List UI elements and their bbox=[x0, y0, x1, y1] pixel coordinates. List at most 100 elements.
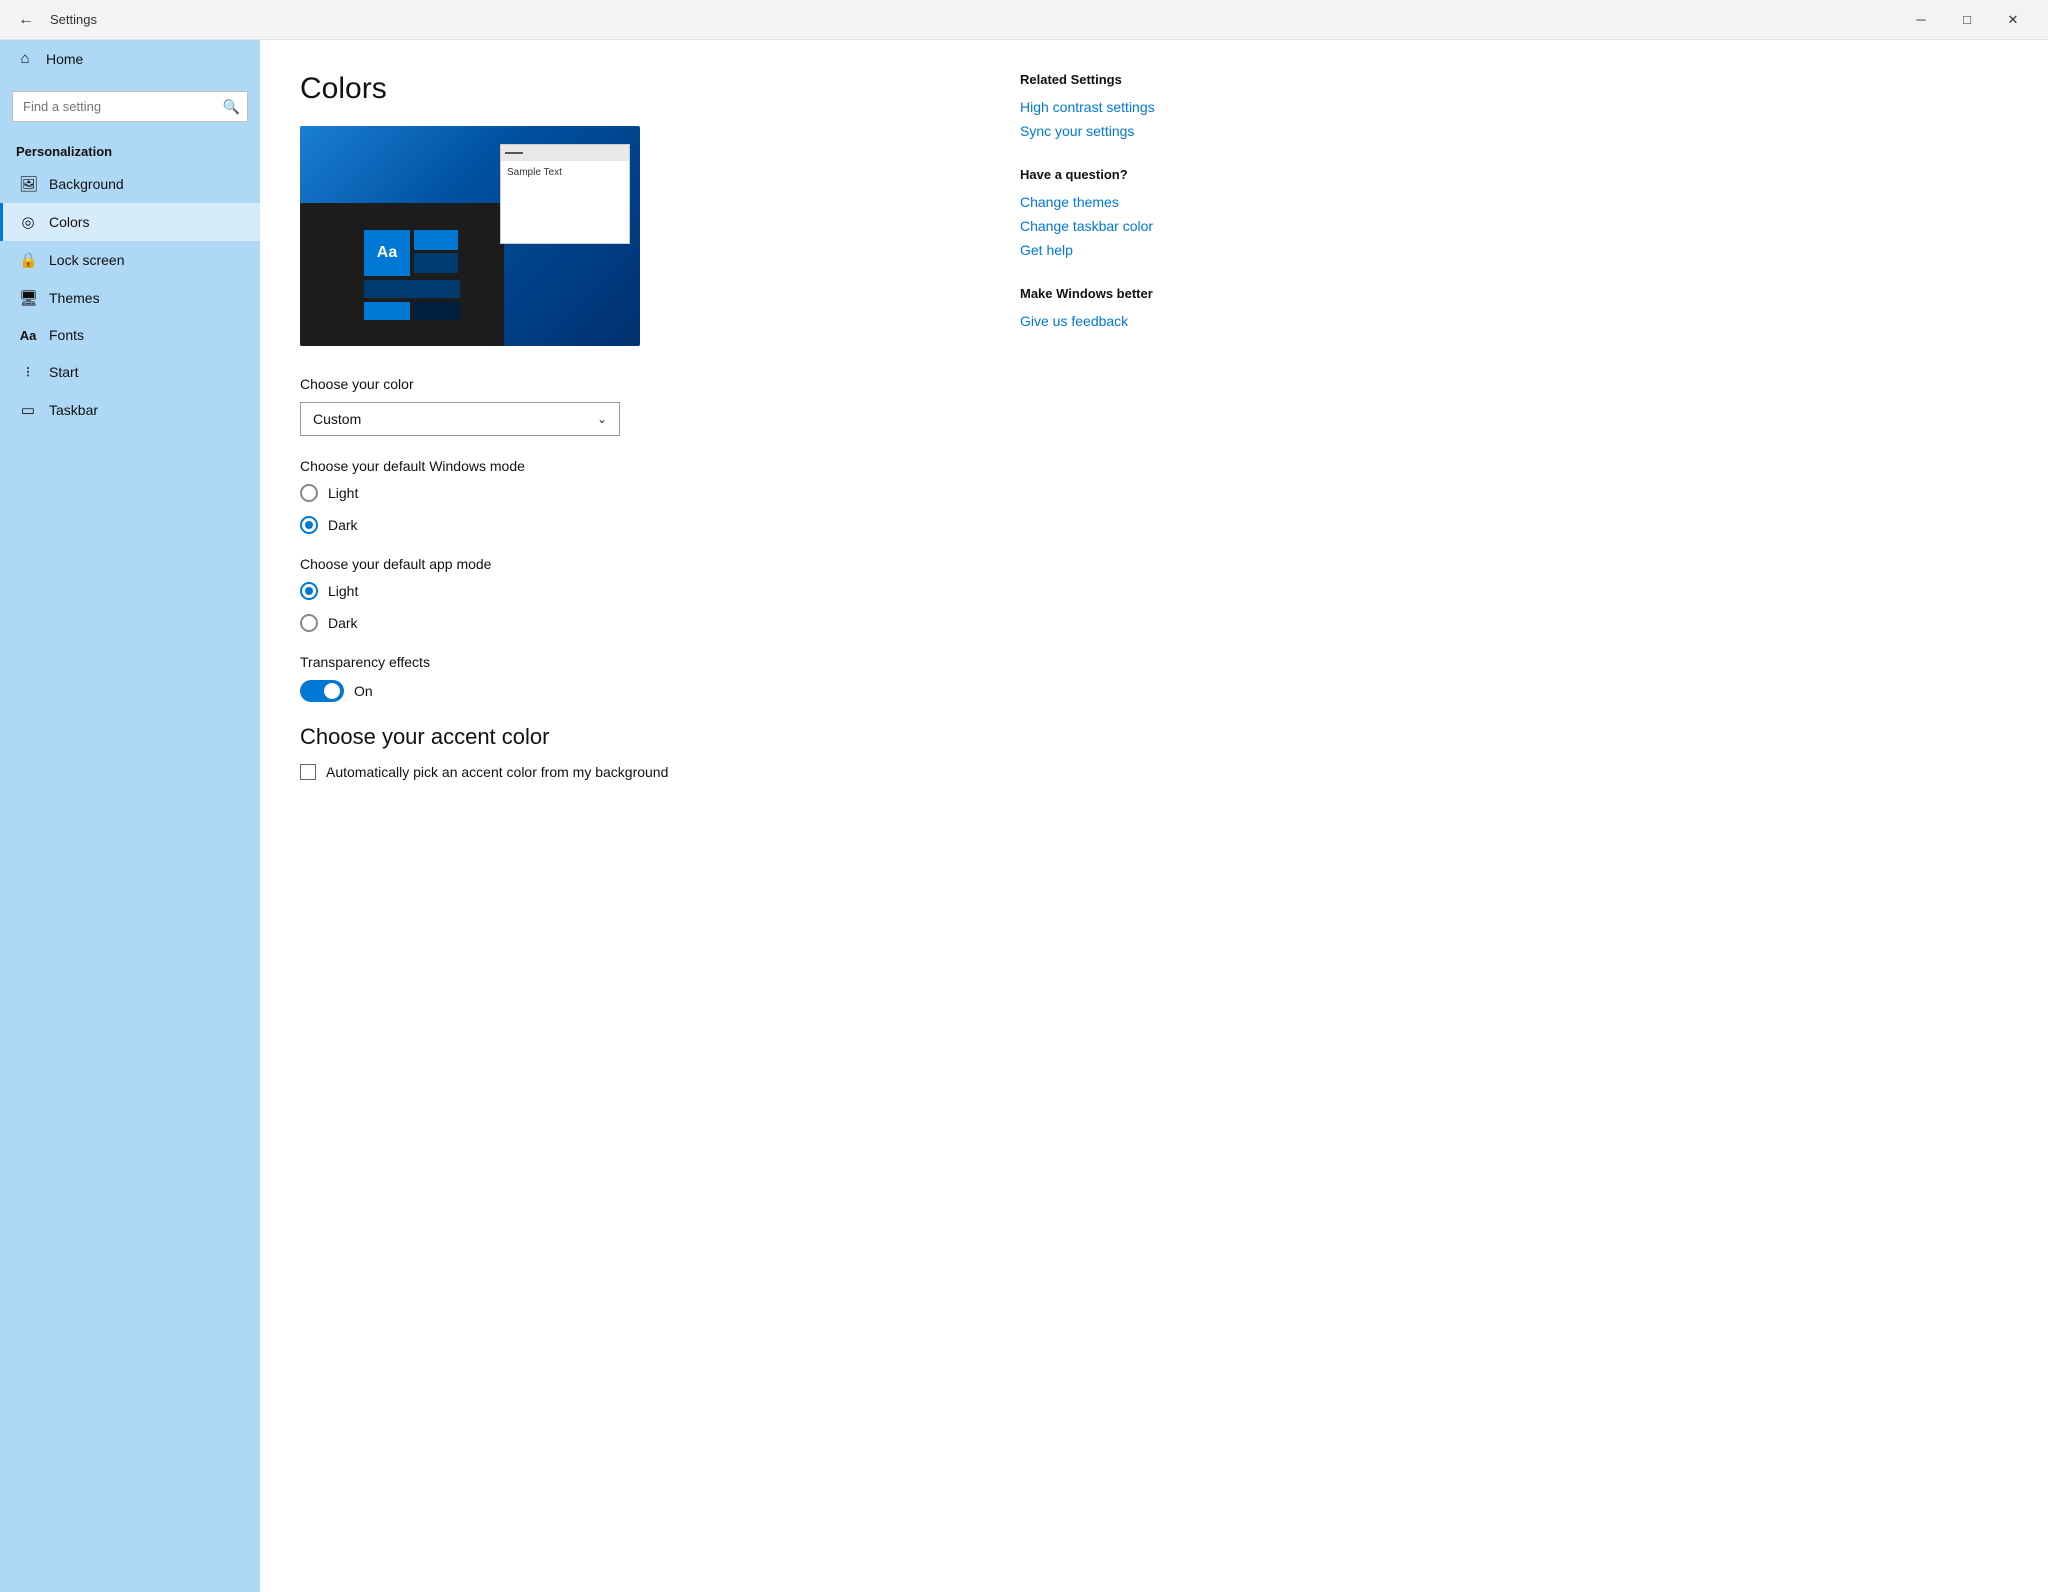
content-main: Colors Aa bbox=[300, 72, 980, 1552]
radio-label-app-dark: Dark bbox=[328, 615, 358, 631]
background-icon: 🖼 bbox=[19, 175, 37, 193]
section-label: Personalization bbox=[0, 130, 260, 165]
windows-mode-dark[interactable]: Dark bbox=[300, 516, 980, 534]
preview-tile-wide bbox=[364, 280, 460, 298]
preview-tile-sm bbox=[414, 230, 458, 250]
radio-label-light: Light bbox=[328, 485, 358, 501]
title-bar-left: ← Settings bbox=[12, 7, 97, 33]
radio-label-dark: Dark bbox=[328, 517, 358, 533]
have-question-heading: Have a question? bbox=[1020, 167, 1240, 182]
preview-tile-sm bbox=[414, 253, 458, 273]
colors-icon: ◎ bbox=[19, 213, 37, 231]
search-icon: 🔍 bbox=[223, 98, 240, 115]
accent-checkbox-row[interactable]: Automatically pick an accent color from … bbox=[300, 764, 980, 780]
sidebar-item-label: Themes bbox=[49, 290, 100, 306]
toggle-knob bbox=[324, 683, 340, 699]
sidebar-item-label: Colors bbox=[49, 214, 89, 230]
transparency-section: Transparency effects On bbox=[300, 654, 980, 702]
sidebar-item-home[interactable]: ⌂ Home bbox=[0, 40, 260, 77]
preview-tiles: Aa bbox=[362, 228, 462, 322]
radio-circle-app-light[interactable] bbox=[300, 582, 318, 600]
close-button[interactable]: ✕ bbox=[1990, 0, 2036, 40]
toggle-label: On bbox=[354, 683, 373, 699]
app-mode-radio-group: Light Dark bbox=[300, 582, 980, 632]
app-mode-dark[interactable]: Dark bbox=[300, 614, 980, 632]
sidebar-item-background[interactable]: 🖼 Background bbox=[0, 165, 260, 203]
sidebar-item-taskbar[interactable]: ▭ Taskbar bbox=[0, 391, 260, 429]
radio-circle-light[interactable] bbox=[300, 484, 318, 502]
sidebar-item-lock-screen[interactable]: 🔒 Lock screen bbox=[0, 241, 260, 279]
windows-mode-label: Choose your default Windows mode bbox=[300, 458, 980, 474]
home-icon: ⌂ bbox=[16, 50, 34, 67]
color-choice-section: Choose your color Custom ⌄ bbox=[300, 376, 980, 436]
transparency-label: Transparency effects bbox=[300, 654, 980, 670]
preview-tile-group bbox=[414, 230, 458, 276]
preview-sample-text: Sample Text bbox=[501, 161, 629, 184]
accent-checkbox-label: Automatically pick an accent color from … bbox=[326, 764, 668, 780]
content-side: Related Settings High contrast settings … bbox=[1020, 72, 1240, 1552]
lock-icon: 🔒 bbox=[19, 251, 37, 269]
radio-label-app-light: Light bbox=[328, 583, 358, 599]
preview-tile-sm bbox=[414, 302, 460, 320]
preview-background: Aa bbox=[300, 126, 640, 346]
color-choice-dropdown[interactable]: Custom ⌄ bbox=[300, 402, 620, 436]
have-question-section: Have a question? Change themes Change ta… bbox=[1020, 167, 1240, 258]
sidebar-item-colors[interactable]: ◎ Colors bbox=[0, 203, 260, 241]
app-mode-section: Choose your default app mode Light Dark bbox=[300, 556, 980, 632]
sidebar-item-label: Background bbox=[49, 176, 124, 192]
windows-mode-radio-group: Light Dark bbox=[300, 484, 980, 534]
chevron-down-icon: ⌄ bbox=[597, 412, 607, 426]
search-input[interactable] bbox=[12, 91, 248, 122]
sidebar-search: 🔍 bbox=[12, 91, 248, 122]
sidebar-item-themes[interactable]: 🖥 Themes bbox=[0, 279, 260, 317]
back-button[interactable]: ← bbox=[12, 7, 40, 33]
radio-circle-dark[interactable] bbox=[300, 516, 318, 534]
page-title: Colors bbox=[300, 72, 980, 106]
dropdown-selected: Custom bbox=[313, 411, 361, 427]
give-feedback-link[interactable]: Give us feedback bbox=[1020, 313, 1240, 329]
maximize-button[interactable]: □ bbox=[1944, 0, 1990, 40]
make-better-heading: Make Windows better bbox=[1020, 286, 1240, 301]
preview-tile-aa: Aa bbox=[364, 230, 410, 276]
preview-window-bar bbox=[501, 145, 629, 161]
color-choice-label: Choose your color bbox=[300, 376, 980, 392]
sidebar-item-label: Start bbox=[49, 364, 79, 380]
title-bar-controls: ─ □ ✕ bbox=[1898, 0, 2036, 40]
fonts-icon: Aa bbox=[19, 328, 37, 343]
sync-settings-link[interactable]: Sync your settings bbox=[1020, 123, 1240, 139]
taskbar-icon: ▭ bbox=[19, 401, 37, 419]
sidebar-item-label: Fonts bbox=[49, 327, 84, 343]
start-icon: ⁝ bbox=[19, 363, 37, 381]
sidebar-item-fonts[interactable]: Aa Fonts bbox=[0, 317, 260, 353]
radio-circle-app-dark[interactable] bbox=[300, 614, 318, 632]
home-label: Home bbox=[46, 51, 83, 67]
preview-dark-panel: Aa bbox=[300, 203, 504, 346]
minimize-button[interactable]: ─ bbox=[1898, 0, 1944, 40]
preview-window: Sample Text bbox=[500, 144, 630, 244]
sidebar: ⌂ Home 🔍 Personalization 🖼 Background ◎ … bbox=[0, 40, 260, 1592]
accent-color-heading: Choose your accent color bbox=[300, 724, 980, 750]
title-bar-title: Settings bbox=[50, 12, 97, 27]
related-settings-heading: Related Settings bbox=[1020, 72, 1240, 87]
accent-color-section: Choose your accent color Automatically p… bbox=[300, 724, 980, 780]
windows-mode-light[interactable]: Light bbox=[300, 484, 980, 502]
windows-mode-section: Choose your default Windows mode Light D… bbox=[300, 458, 980, 534]
preview-box: Aa bbox=[300, 126, 640, 346]
content-area: Colors Aa bbox=[260, 40, 2048, 1592]
sidebar-item-label: Taskbar bbox=[49, 402, 98, 418]
window-bar-line bbox=[505, 152, 523, 154]
accent-checkbox[interactable] bbox=[300, 764, 316, 780]
title-bar: ← Settings ─ □ ✕ bbox=[0, 0, 2048, 40]
change-taskbar-color-link[interactable]: Change taskbar color bbox=[1020, 218, 1240, 234]
preview-tile-sm bbox=[364, 302, 410, 320]
get-help-link[interactable]: Get help bbox=[1020, 242, 1240, 258]
related-settings-section: Related Settings High contrast settings … bbox=[1020, 72, 1240, 139]
sidebar-item-start[interactable]: ⁝ Start bbox=[0, 353, 260, 391]
high-contrast-link[interactable]: High contrast settings bbox=[1020, 99, 1240, 115]
app-mode-label: Choose your default app mode bbox=[300, 556, 980, 572]
change-themes-link[interactable]: Change themes bbox=[1020, 194, 1240, 210]
sidebar-item-label: Lock screen bbox=[49, 252, 124, 268]
app-mode-light[interactable]: Light bbox=[300, 582, 980, 600]
transparency-toggle[interactable] bbox=[300, 680, 344, 702]
themes-icon: 🖥 bbox=[19, 289, 37, 307]
